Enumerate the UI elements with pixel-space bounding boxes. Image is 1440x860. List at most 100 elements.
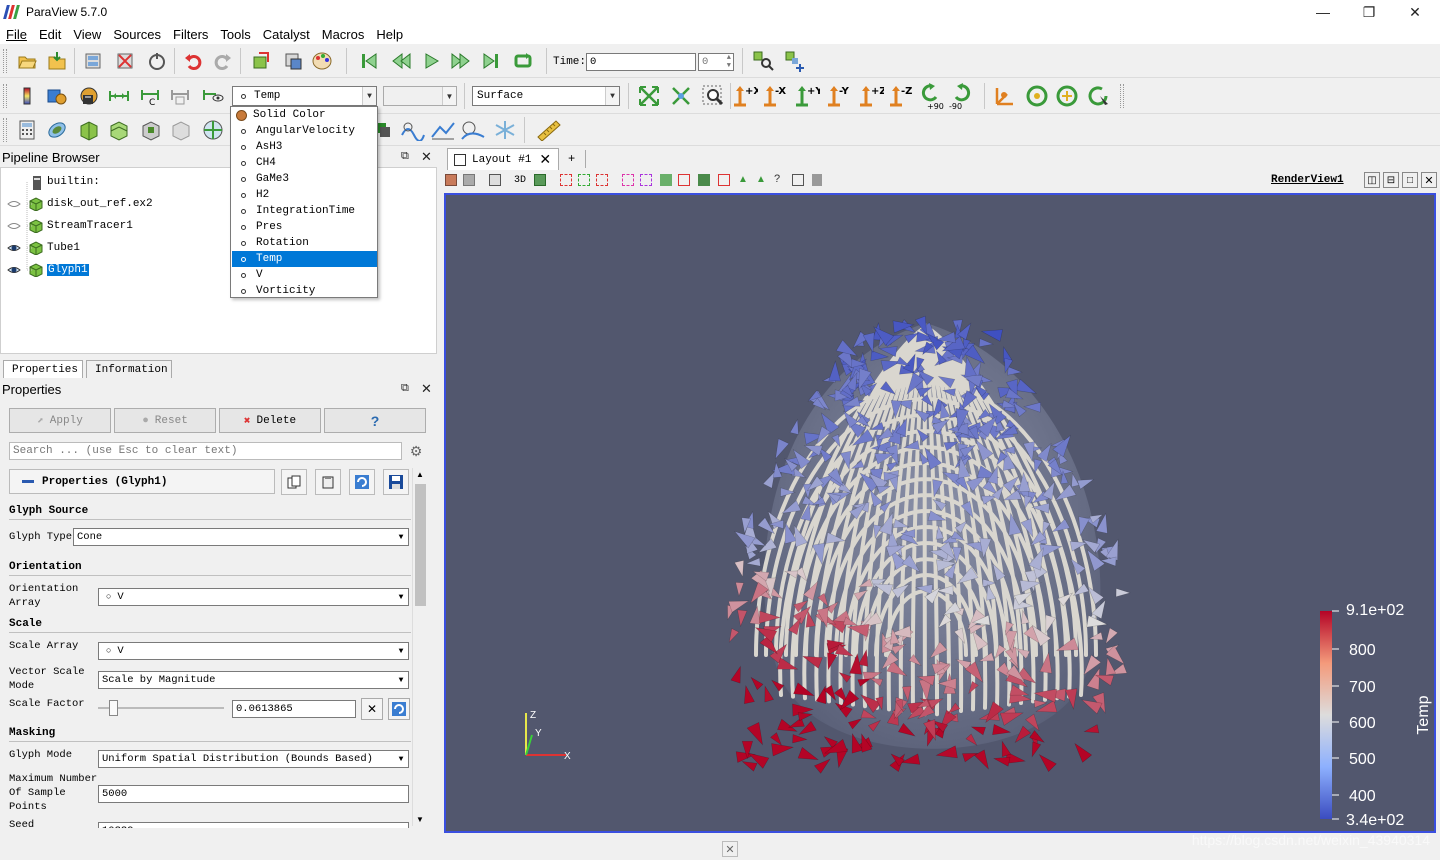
- menu-file[interactable]: File: [0, 27, 33, 42]
- reset-scale-factor-icon[interactable]: [388, 698, 410, 720]
- eye-open-icon[interactable]: [7, 263, 21, 277]
- redo-icon[interactable]: [210, 48, 236, 74]
- clip-icon[interactable]: [76, 117, 102, 143]
- time-input[interactable]: 0: [586, 53, 696, 71]
- calculator-icon[interactable]: [14, 117, 40, 143]
- orientation-array-combo[interactable]: ○ V ▼: [98, 588, 409, 606]
- add-query-icon[interactable]: [782, 48, 808, 74]
- first-frame-icon[interactable]: [356, 48, 382, 74]
- last-frame-icon[interactable]: [478, 48, 504, 74]
- extract-subset-icon[interactable]: [168, 117, 194, 143]
- scrollbar-thumb[interactable]: [415, 484, 426, 606]
- menu-tools[interactable]: Tools: [214, 27, 256, 42]
- view-plus-x-icon[interactable]: +X: [732, 83, 758, 109]
- delete-button[interactable]: ✖ Delete: [219, 408, 321, 433]
- toolbar-grip[interactable]: [3, 118, 7, 142]
- reset-camera-closest-icon[interactable]: [248, 48, 274, 74]
- plot-over-line-icon[interactable]: [492, 117, 518, 143]
- view-plus-z-icon[interactable]: +Z: [858, 83, 884, 109]
- select-points-on-icon[interactable]: [578, 174, 590, 186]
- max-sample-points-input[interactable]: 5000: [98, 785, 409, 803]
- find-data-icon[interactable]: [280, 48, 306, 74]
- interaction-mode-icon[interactable]: [534, 174, 546, 186]
- dropdown-item-pres[interactable]: Pres: [232, 219, 377, 235]
- zoom-to-data-icon[interactable]: [668, 83, 694, 109]
- tab-layout-1[interactable]: Layout #1 ✕: [447, 148, 559, 170]
- menu-help[interactable]: Help: [370, 27, 409, 42]
- camera-undo-icon[interactable]: [463, 174, 475, 186]
- undock-icon[interactable]: ⧉: [401, 150, 409, 163]
- rescale-visible-range-icon[interactable]: [168, 83, 194, 109]
- eye-closed-icon[interactable]: [7, 197, 21, 211]
- undock-icon[interactable]: ⧉: [401, 382, 409, 395]
- rescale-data-range-icon[interactable]: [106, 83, 132, 109]
- rotate-plus-90-icon[interactable]: +90: [918, 83, 944, 110]
- dropdown-item-vorticity[interactable]: Vorticity: [232, 283, 377, 299]
- eye-closed-icon[interactable]: [7, 219, 21, 233]
- menu-catalyst[interactable]: Catalyst: [257, 27, 316, 42]
- select-blocks-icon[interactable]: [660, 174, 672, 186]
- slice-icon[interactable]: [106, 117, 132, 143]
- spinner-arrows-icon[interactable]: ▲ ▼: [727, 54, 731, 70]
- contour-icon[interactable]: [44, 117, 70, 143]
- undo-icon[interactable]: [180, 48, 206, 74]
- dropdown-item-rotation[interactable]: Rotation: [232, 235, 377, 251]
- close-view-icon[interactable]: ✕: [1421, 172, 1437, 188]
- scroll-up-icon[interactable]: ▲: [416, 470, 424, 479]
- save-state-icon[interactable]: [44, 48, 70, 74]
- dropdown-item-v[interactable]: V: [232, 267, 377, 283]
- select-polygon-points-icon[interactable]: [640, 174, 652, 186]
- dropdown-item-angularvelocity[interactable]: AngularVelocity: [232, 123, 377, 139]
- search-input[interactable]: Search ... (use Esc to clear text): [9, 442, 402, 460]
- eye-open-icon[interactable]: [7, 241, 21, 255]
- capture-screenshot-icon[interactable]: [445, 174, 457, 186]
- gear-icon[interactable]: ⚙: [406, 442, 426, 460]
- edit-color-map-icon[interactable]: [44, 83, 70, 109]
- color-palette-icon[interactable]: [310, 48, 336, 74]
- reset-button[interactable]: ● Reset: [114, 408, 216, 433]
- view-plus-y-icon[interactable]: +Y: [794, 83, 820, 109]
- interaction-mode-icon[interactable]: [1086, 83, 1112, 109]
- next-frame-icon[interactable]: [448, 48, 474, 74]
- dropdown-item-ash3[interactable]: AsH3: [232, 139, 377, 155]
- menu-filters[interactable]: Filters: [167, 27, 214, 42]
- time-index-spinner[interactable]: 0 ▲ ▼: [698, 53, 734, 71]
- reset-camera-icon[interactable]: [636, 83, 662, 109]
- use-separate-color-map-icon[interactable]: [76, 83, 102, 109]
- paste-icon[interactable]: [315, 469, 341, 495]
- split-horizontal-icon[interactable]: ◫: [1364, 172, 1380, 188]
- restore-defaults-icon[interactable]: [349, 469, 375, 495]
- toggle-color-legend-icon[interactable]: [14, 83, 40, 109]
- save-defaults-icon[interactable]: [383, 469, 409, 495]
- close-panel-icon[interactable]: ✕: [421, 381, 432, 397]
- scale-factor-input[interactable]: 0.0613865: [232, 700, 356, 718]
- render-scene[interactable]: 800 700 600 500 400 9.1e+02 3.4e+02 Temp Z Y…: [446, 195, 1434, 831]
- properties-scrollbar[interactable]: ▲ ▼: [412, 468, 427, 826]
- zoom-to-box-icon[interactable]: [700, 83, 726, 109]
- close-tab-icon[interactable]: ✕: [539, 151, 551, 168]
- loop-icon[interactable]: [510, 48, 536, 74]
- toolbar-grip[interactable]: [1120, 84, 1124, 108]
- dropdown-item-solid-color[interactable]: Solid Color: [232, 107, 377, 123]
- scale-factor-slider-handle[interactable]: [109, 700, 118, 716]
- minimize-button[interactable]: —: [1300, 0, 1346, 24]
- extract-level-icon[interactable]: [460, 117, 486, 143]
- select-cells-through-icon[interactable]: [596, 174, 608, 186]
- dropdown-item-temp[interactable]: Temp: [232, 251, 377, 267]
- hover-points-icon[interactable]: [698, 174, 710, 186]
- dropdown-item-h2[interactable]: H2: [232, 187, 377, 203]
- split-vertical-icon[interactable]: ⊟: [1383, 172, 1399, 188]
- menu-macros[interactable]: Macros: [316, 27, 371, 42]
- representation-combo[interactable]: Surface ▼: [472, 86, 620, 106]
- status-close-icon[interactable]: ✕: [722, 841, 738, 857]
- copy-icon[interactable]: [281, 469, 307, 495]
- group-datasets-icon[interactable]: [430, 117, 456, 143]
- glyph-icon[interactable]: [200, 117, 226, 143]
- properties-group-header[interactable]: Properties (Glyph1): [9, 469, 275, 494]
- clear-selection-icon[interactable]: [812, 174, 822, 186]
- help-button[interactable]: ?: [324, 408, 426, 433]
- interactive-select-cells-icon[interactable]: [678, 174, 690, 186]
- auto-apply-icon[interactable]: [144, 48, 170, 74]
- maximize-button[interactable]: ❐: [1346, 0, 1392, 24]
- toolbar-grip[interactable]: [3, 84, 7, 108]
